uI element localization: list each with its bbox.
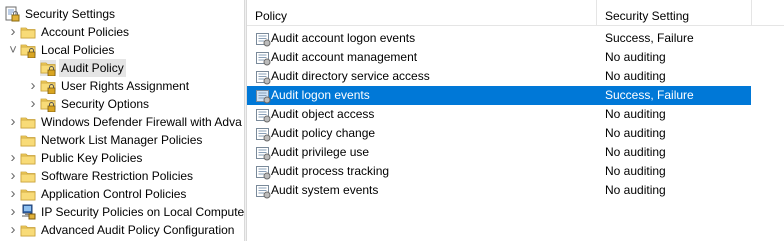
policy-name: Audit policy change — [271, 126, 376, 140]
policy-row[interactable]: Audit process tracking No auditing — [247, 162, 751, 181]
chevron-right-icon[interactable]: › — [28, 77, 38, 95]
tree-item-label: Windows Defender Firewall with Adva — [41, 115, 242, 129]
tree-item[interactable]: › Security Options — [28, 95, 151, 113]
list-header: ⌃ Policy Security Setting — [247, 0, 784, 26]
security-setting-value: Success, Failure — [605, 31, 694, 45]
column-header-policy[interactable]: Policy — [247, 0, 597, 26]
folder-icon — [20, 222, 36, 238]
security-setting-value: Success, Failure — [605, 88, 694, 102]
tree-item[interactable]: › Public Key Policies — [8, 149, 144, 167]
chevron-right-icon[interactable]: › — [8, 167, 18, 185]
console-tree[interactable]: Security Settings › Account Policies ˅ Loca… — [0, 0, 244, 241]
policy-row[interactable]: Audit directory service access No auditin… — [247, 67, 751, 86]
tree-item-label: Local Policies — [41, 43, 115, 57]
tree-item-label: User Rights Assignment — [61, 79, 190, 93]
tree-item-label: Application Control Policies — [41, 187, 187, 201]
policy-setting-icon — [255, 126, 271, 142]
tree-item[interactable]: › Software Restriction Policies — [8, 167, 195, 185]
policy-name: Audit logon events — [271, 88, 370, 102]
tree-item-label: Security Settings — [25, 7, 116, 21]
policy-setting-icon — [255, 31, 271, 47]
chevron-right-icon[interactable]: › — [28, 95, 38, 113]
tree-item[interactable]: Network List Manager Policies — [8, 131, 204, 149]
security-setting-value: No auditing — [605, 107, 666, 121]
ip-security-icon — [20, 204, 36, 220]
policy-setting-icon — [255, 107, 271, 123]
tree-item-label: Advanced Audit Policy Configuration — [41, 223, 235, 237]
tree-item[interactable]: › Windows Defender Firewall with Adva — [8, 113, 244, 131]
chevron-right-icon[interactable]: › — [8, 221, 18, 239]
tree-item[interactable]: › User Rights Assignment — [28, 77, 191, 95]
policy-row[interactable]: Audit account logon events Success, Failu… — [247, 29, 751, 48]
security-setting-value: No auditing — [605, 145, 666, 159]
policy-list[interactable]: ⌃ Policy Security Setting Audit account … — [247, 0, 784, 241]
column-divider[interactable] — [751, 0, 752, 26]
policy-name: Audit object access — [271, 107, 375, 121]
policy-setting-icon — [255, 183, 271, 199]
policy-row[interactable]: Audit logon events Success, Failure — [247, 86, 751, 105]
policy-setting-icon — [255, 69, 271, 85]
security-setting-value: No auditing — [605, 164, 666, 178]
security-setting-value: No auditing — [605, 126, 666, 140]
security-setting-value: No auditing — [605, 183, 666, 197]
tree-expander-spacer — [8, 131, 18, 149]
folder-icon — [20, 168, 36, 184]
security-setting-value: No auditing — [605, 50, 666, 64]
policy-setting-icon — [255, 145, 271, 161]
policy-name: Audit directory service access — [271, 69, 430, 83]
chevron-right-icon[interactable]: › — [8, 149, 18, 167]
policy-row[interactable]: Audit privilege use No auditing — [247, 143, 751, 162]
chevron-right-icon[interactable]: › — [8, 185, 18, 203]
folder-icon — [20, 114, 36, 130]
security-settings-icon — [4, 6, 20, 22]
policy-row[interactable]: Audit system events No auditing — [247, 181, 751, 200]
folder-icon — [20, 186, 36, 202]
lock-folder-icon — [40, 78, 56, 94]
tree-item-label: Audit Policy — [59, 59, 126, 77]
lock-folder-icon — [40, 60, 56, 76]
chevron-down-icon[interactable]: ˅ — [8, 41, 18, 59]
tree-item-label: Network List Manager Policies — [41, 133, 203, 147]
tree-expander-spacer — [28, 59, 38, 77]
folder-icon — [20, 24, 36, 40]
lock-folder-icon — [20, 42, 36, 58]
lock-folder-icon — [40, 96, 56, 112]
tree-item-label: Security Options — [61, 97, 150, 111]
folder-icon — [20, 132, 36, 148]
folder-icon — [20, 150, 36, 166]
policy-row[interactable]: Audit account management No auditing — [247, 48, 751, 67]
policy-name: Audit account logon events — [271, 31, 416, 45]
column-header-security-setting[interactable]: Security Setting — [597, 0, 747, 26]
policy-name: Audit system events — [271, 183, 379, 197]
tree-item-label: Account Policies — [41, 25, 130, 39]
chevron-right-icon[interactable]: › — [8, 203, 18, 221]
policy-setting-icon — [255, 50, 271, 66]
tree-item[interactable]: Audit Policy — [28, 59, 126, 77]
policy-setting-icon — [255, 164, 271, 180]
security-setting-value: No auditing — [605, 69, 666, 83]
tree-item-label: Software Restriction Policies — [41, 169, 194, 183]
tree-item[interactable]: ˅ Local Policies — [8, 41, 116, 59]
tree-item-label: Public Key Policies — [41, 151, 143, 165]
chevron-right-icon[interactable]: › — [8, 113, 18, 131]
policy-name: Audit privilege use — [271, 145, 370, 159]
policy-name: Audit account management — [271, 50, 418, 64]
tree-item-security-settings[interactable]: Security Settings — [4, 5, 117, 23]
policy-row[interactable]: Audit object access No auditing — [247, 105, 751, 124]
tree-item[interactable]: › Application Control Policies — [8, 185, 188, 203]
policy-setting-icon — [255, 88, 271, 104]
policy-row[interactable]: Audit policy change No auditing — [247, 124, 751, 143]
tree-item[interactable]: › Account Policies — [8, 23, 131, 41]
tree-item[interactable]: › IP Security Policies on Local Compute — [8, 203, 245, 221]
tree-item[interactable]: › Advanced Audit Policy Configuration — [8, 221, 236, 239]
policy-name: Audit process tracking — [271, 164, 390, 178]
tree-item-label: IP Security Policies on Local Compute — [41, 205, 244, 219]
chevron-right-icon[interactable]: › — [8, 23, 18, 41]
